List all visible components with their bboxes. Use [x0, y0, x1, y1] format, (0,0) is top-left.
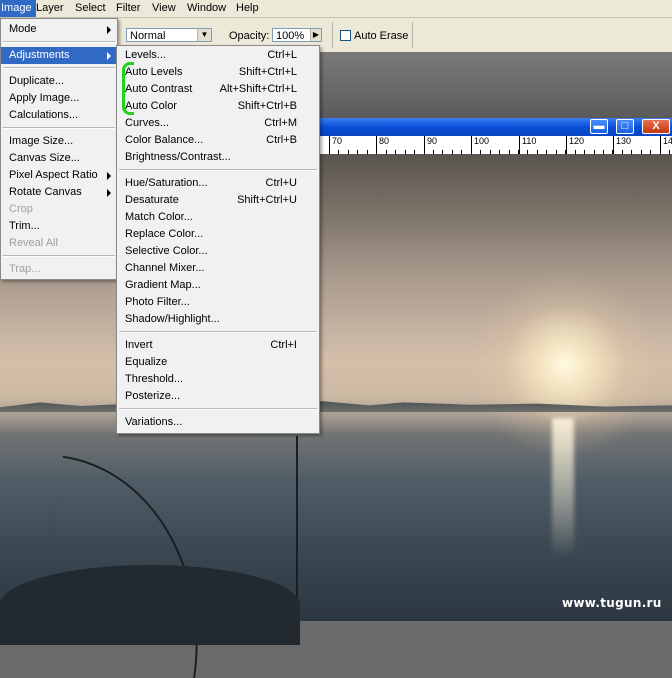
menu-divider — [3, 67, 115, 69]
opacity-input[interactable]: 100% ▶ — [272, 28, 322, 42]
menu-item-duplicate[interactable]: Duplicate... — [1, 73, 117, 90]
menu-divider — [3, 41, 115, 43]
menu-item-photo-filter[interactable]: Photo Filter... — [117, 294, 319, 311]
watermark: www.tugun.ru — [562, 596, 662, 610]
menu-item-channel-mixer[interactable]: Channel Mixer... — [117, 260, 319, 277]
menu-item-hue-saturation[interactable]: Hue/Saturation... Ctrl+U — [117, 175, 319, 192]
menu-item-pixel-aspect-ratio[interactable]: Pixel Aspect Ratio — [1, 167, 117, 184]
menu-item-adjustments[interactable]: Adjustments — [1, 47, 117, 64]
menu-item-canvas-size[interactable]: Canvas Size... — [1, 150, 117, 167]
ruler-tick: 90 — [424, 136, 437, 154]
auto-erase-checkbox[interactable] — [340, 30, 351, 41]
menu-filter[interactable]: Filter — [112, 0, 144, 17]
ruler-tick: 70 — [329, 136, 342, 154]
menu-view[interactable]: View — [148, 0, 180, 17]
submenu-arrow-icon — [107, 189, 111, 197]
menu-item-selective-color[interactable]: Selective Color... — [117, 243, 319, 260]
opacity-value: 100% — [276, 30, 305, 42]
mode-value: Normal — [130, 30, 166, 42]
image-menu: Mode Adjustments Duplicate... Apply Imag… — [0, 18, 118, 280]
menu-item-invert[interactable]: Invert Ctrl+I — [117, 337, 319, 354]
menu-item-curves[interactable]: Curves... Ctrl+M — [117, 115, 319, 132]
menu-item-color-balance[interactable]: Color Balance... Ctrl+B — [117, 132, 319, 149]
menu-help[interactable]: Help — [232, 0, 263, 17]
document-titlebar: ▬ □ X — [320, 118, 672, 136]
menu-item-posterize[interactable]: Posterize... — [117, 388, 319, 405]
menu-layer[interactable]: Layer — [32, 0, 68, 17]
menu-item-auto-contrast[interactable]: Auto Contrast Alt+Shift+Ctrl+L — [117, 81, 319, 98]
menu-item-mode[interactable]: Mode — [1, 21, 117, 38]
mode-select[interactable]: Normal ▼ — [126, 28, 212, 42]
annotation-bracket — [122, 62, 134, 115]
chevron-right-icon[interactable]: ▶ — [310, 29, 321, 41]
toolbar-divider — [412, 22, 413, 48]
menu-divider — [3, 255, 115, 257]
close-button[interactable]: X — [642, 119, 670, 134]
toolbar-divider — [332, 22, 333, 48]
menu-image[interactable]: Image — [0, 0, 36, 17]
sun-reflection — [552, 418, 574, 558]
menu-item-desaturate[interactable]: Desaturate Shift+Ctrl+U — [117, 192, 319, 209]
menu-item-auto-color[interactable]: Auto Color Shift+Ctrl+B — [117, 98, 319, 115]
maximize-button[interactable]: □ — [616, 119, 634, 134]
menu-divider — [3, 127, 115, 129]
menu-bar: Image Layer Select Filter View Window He… — [0, 0, 672, 18]
horizontal-ruler: 70 80 90 100 110 120 130 14 — [320, 136, 672, 155]
menu-item-shadow-highlight[interactable]: Shadow/Highlight... — [117, 311, 319, 328]
menu-item-replace-color[interactable]: Replace Color... — [117, 226, 319, 243]
ruler-tick: 14 — [660, 136, 672, 154]
menu-item-trim[interactable]: Trim... — [1, 218, 117, 235]
menu-item-apply-image[interactable]: Apply Image... — [1, 90, 117, 107]
fishing-rod — [296, 436, 298, 621]
menu-item-variations[interactable]: Variations... — [117, 414, 319, 431]
menu-item-match-color[interactable]: Match Color... — [117, 209, 319, 226]
menu-item-rotate-canvas[interactable]: Rotate Canvas — [1, 184, 117, 201]
menu-item-gradient-map[interactable]: Gradient Map... — [117, 277, 319, 294]
submenu-arrow-icon — [107, 26, 111, 34]
menu-item-brightness-contrast[interactable]: Brightness/Contrast... — [117, 149, 319, 166]
menu-item-crop: Crop — [9, 203, 33, 215]
menu-item-calculations[interactable]: Calculations... — [1, 107, 117, 124]
menu-divider — [119, 408, 317, 410]
submenu-arrow-icon — [107, 172, 111, 180]
adjustments-menu: Levels... Ctrl+L Auto Levels Shift+Ctrl+… — [116, 45, 320, 434]
menu-item-auto-levels[interactable]: Auto Levels Shift+Ctrl+L — [117, 64, 319, 81]
menu-window[interactable]: Window — [183, 0, 230, 17]
menu-item-levels[interactable]: Levels... Ctrl+L — [117, 47, 319, 64]
menu-item-threshold[interactable]: Threshold... — [117, 371, 319, 388]
menu-divider — [119, 331, 317, 333]
minimize-button[interactable]: ▬ — [590, 119, 608, 134]
menu-item-trap: Trap... — [9, 263, 41, 275]
ruler-tick: 80 — [376, 136, 389, 154]
opacity-label: Opacity: — [229, 30, 270, 42]
auto-erase-label: Auto Erase — [354, 30, 409, 42]
menu-item-reveal-all: Reveal All — [9, 237, 58, 249]
boat-silhouette — [0, 565, 300, 645]
menu-select[interactable]: Select — [71, 0, 110, 17]
menu-item-image-size[interactable]: Image Size... — [1, 133, 117, 150]
menu-item-equalize[interactable]: Equalize — [117, 354, 319, 371]
menu-divider — [119, 169, 317, 171]
submenu-arrow-icon — [107, 52, 111, 60]
chevron-down-icon: ▼ — [197, 29, 211, 41]
